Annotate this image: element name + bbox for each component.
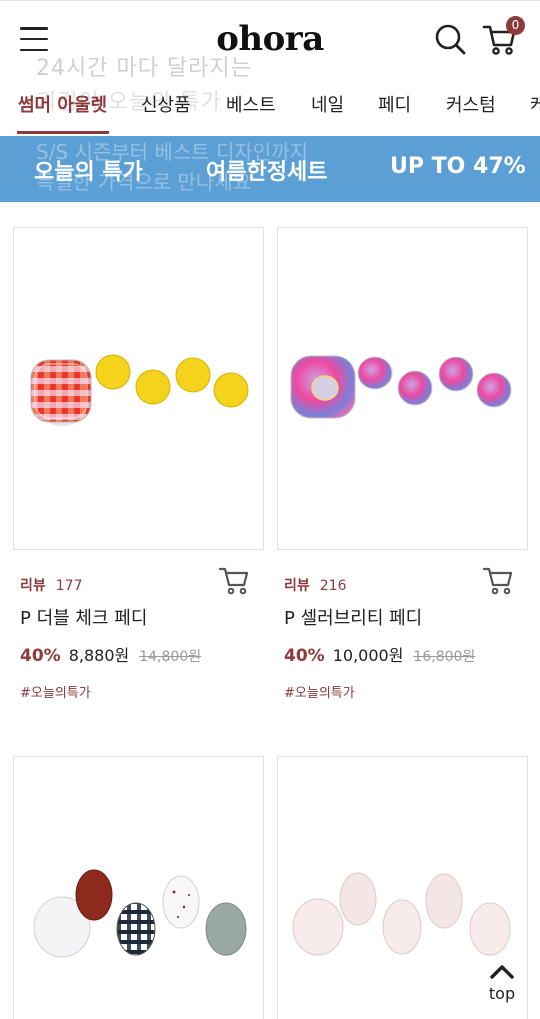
discount-rate: 40%: [284, 646, 325, 666]
product-name[interactable]: P 더블 체크 페디: [20, 604, 147, 630]
scroll-to-top-button[interactable]: top: [480, 962, 524, 1008]
review-label: 리뷰: [20, 578, 46, 594]
original-price: 14,800원: [139, 649, 202, 665]
tab-custom[interactable]: 커스텀: [446, 91, 496, 131]
tab-more[interactable]: 케: [530, 91, 540, 131]
add-to-cart-icon[interactable]: [482, 565, 514, 597]
review-info: 리뷰 216: [284, 575, 347, 595]
price-row: 40% 8,880원 14,800원: [20, 642, 201, 666]
product-image[interactable]: [13, 756, 264, 1019]
original-price: 16,800원: [413, 649, 476, 665]
promo-banner[interactable]: S/S 시즌부터 베스트 디자인까지 특별한 가격으로 만나세요 오늘의 특가 …: [0, 136, 540, 202]
scroll-top-label: top: [488, 984, 516, 1003]
price-row: 40% 10,000원 16,800원: [284, 642, 475, 666]
tab-pedi[interactable]: 페디: [378, 91, 411, 131]
product-name[interactable]: P 셀러브리티 페디: [284, 604, 422, 630]
tab-best[interactable]: 베스트: [226, 91, 276, 131]
sale-price: 10,000원: [332, 646, 404, 665]
tab-summer-outlet[interactable]: 썸머 아울렛: [17, 91, 110, 134]
category-nav: 썸머 아울렛 신상품 베스트 네일 페디 커스텀 케: [0, 82, 540, 136]
product-tag[interactable]: #오늘의특가: [284, 682, 355, 701]
add-to-cart-icon[interactable]: [218, 565, 250, 597]
discount-rate: 40%: [20, 646, 61, 666]
review-count: 177: [55, 578, 83, 594]
tab-nail[interactable]: 네일: [311, 91, 344, 131]
sale-price: 8,880원: [68, 646, 130, 665]
product-image[interactable]: [277, 227, 528, 550]
product-tag[interactable]: #오늘의특가: [20, 682, 91, 701]
cart-count-badge: 0: [506, 16, 525, 35]
banner-text-today-deal: 오늘의 특가: [34, 160, 143, 185]
tab-new[interactable]: 신상품: [141, 91, 191, 131]
review-info: 리뷰 177: [20, 575, 83, 595]
search-icon[interactable]: [434, 23, 466, 55]
overlay-text-line: 24시간 마다 달라지는: [36, 56, 252, 81]
product-image[interactable]: [13, 227, 264, 550]
review-label: 리뷰: [284, 578, 310, 594]
chevron-up-icon: [490, 965, 514, 979]
banner-text-discount: UP TO 47%: [390, 154, 526, 179]
banner-text-summer-set: 여름한정세트: [206, 160, 328, 185]
review-count: 216: [319, 578, 347, 594]
